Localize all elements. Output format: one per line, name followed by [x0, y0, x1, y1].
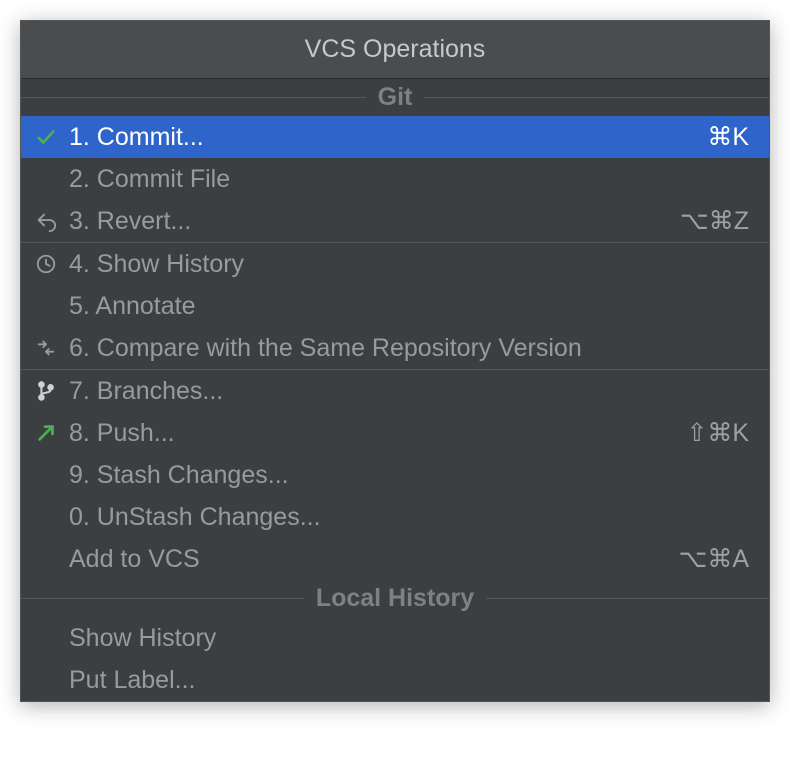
- menu-item-compare[interactable]: 6. Compare with the Same Repository Vers…: [21, 327, 769, 369]
- menu-shortcut: ⌥⌘A: [679, 544, 749, 574]
- menu-shortcut: ⇧⌘K: [686, 418, 749, 448]
- menu-label: 8. Push...: [69, 419, 666, 448]
- menu-label: Put Label...: [69, 666, 729, 695]
- menu-item-put-label[interactable]: Put Label...: [21, 659, 769, 701]
- menu-item-revert[interactable]: 3. Revert... ⌥⌘Z: [21, 200, 769, 242]
- menu-label: 5. Annotate: [69, 292, 729, 321]
- menu-label: 4. Show History: [69, 250, 729, 279]
- menu-label: 6. Compare with the Same Repository Vers…: [69, 334, 729, 363]
- push-icon: [35, 422, 69, 444]
- section-header-git: Git: [21, 79, 769, 116]
- menu-label: 3. Revert...: [69, 207, 660, 236]
- menu-label: Add to VCS: [69, 545, 659, 574]
- menu-item-annotate[interactable]: 5. Annotate: [21, 285, 769, 327]
- popup-title: VCS Operations: [21, 21, 769, 79]
- vcs-operations-popup: VCS Operations Git 1. Commit... ⌘K 2. Co…: [20, 20, 770, 702]
- menu-item-branches[interactable]: 7. Branches...: [21, 370, 769, 412]
- menu-label: 9. Stash Changes...: [69, 461, 729, 490]
- menu-item-stash[interactable]: 9. Stash Changes...: [21, 454, 769, 496]
- menu-item-show-history[interactable]: 4. Show History: [21, 243, 769, 285]
- check-icon: [35, 126, 69, 148]
- menu-label: 2. Commit File: [69, 165, 729, 194]
- menu-label: Show History: [69, 624, 729, 653]
- menu-shortcut: ⌘K: [707, 122, 749, 152]
- menu-item-push[interactable]: 8. Push... ⇧⌘K: [21, 412, 769, 454]
- branch-icon: [35, 380, 69, 402]
- menu-item-add-to-vcs[interactable]: Add to VCS ⌥⌘A: [21, 538, 769, 580]
- clock-icon: [35, 253, 69, 275]
- menu-item-local-show-history[interactable]: Show History: [21, 617, 769, 659]
- menu-item-unstash[interactable]: 0. UnStash Changes...: [21, 496, 769, 538]
- menu-label: 7. Branches...: [69, 377, 729, 406]
- revert-icon: [35, 210, 69, 232]
- compare-icon: [35, 337, 69, 359]
- menu-shortcut: ⌥⌘Z: [680, 206, 749, 236]
- section-header-local-history: Local History: [21, 580, 769, 617]
- menu-label: 1. Commit...: [69, 123, 687, 152]
- menu-item-commit[interactable]: 1. Commit... ⌘K: [21, 116, 769, 158]
- menu-label: 0. UnStash Changes...: [69, 503, 729, 532]
- menu-item-commit-file[interactable]: 2. Commit File: [21, 158, 769, 200]
